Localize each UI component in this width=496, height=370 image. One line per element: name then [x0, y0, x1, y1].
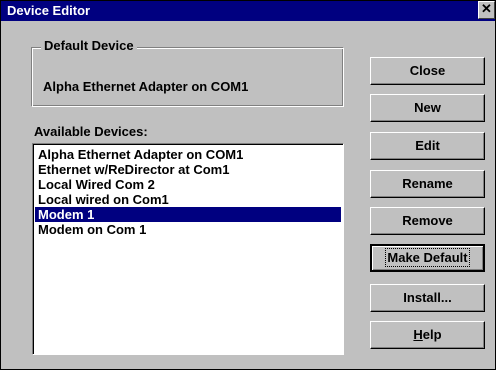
list-item[interactable]: Alpha Ethernet Adapter on COM1 — [35, 147, 341, 162]
install-button[interactable]: Install... — [370, 284, 485, 312]
list-item-selected[interactable]: Modem 1 — [35, 207, 341, 222]
new-button-label: New — [414, 100, 441, 115]
help-button-label: Help — [413, 327, 441, 342]
help-mnemonic: H — [413, 327, 423, 342]
rename-button-label: Rename — [402, 176, 453, 191]
make-default-button-label: Make Default — [385, 248, 470, 267]
list-item[interactable]: Local wired on Com1 — [35, 192, 341, 207]
window-title: Device Editor — [7, 3, 91, 18]
close-button-label: Close — [409, 63, 446, 78]
list-item[interactable]: Modem on Com 1 — [35, 222, 341, 237]
edit-button-label: Edit — [415, 138, 440, 153]
default-device-group — [31, 47, 344, 107]
available-devices-label: Available Devices: — [34, 124, 148, 139]
list-item[interactable]: Local Wired Com 2 — [35, 177, 341, 192]
remove-button-label: Remove — [402, 213, 453, 228]
help-label-rest: elp — [422, 327, 442, 342]
device-editor-window: Device Editor ✕ Default Device Alpha Eth… — [0, 0, 496, 370]
available-devices-listbox[interactable]: Alpha Ethernet Adapter on COM1 Ethernet … — [32, 143, 344, 355]
new-button[interactable]: New — [370, 94, 485, 122]
close-window-icon[interactable]: ✕ — [478, 1, 495, 19]
default-device-label: Default Device — [41, 38, 137, 54]
close-button[interactable]: Close — [370, 57, 485, 85]
title-bar[interactable]: Device Editor ✕ — [1, 1, 495, 21]
install-button-label: Install... — [403, 290, 452, 305]
remove-button[interactable]: Remove — [370, 207, 485, 235]
make-default-button[interactable]: Make Default — [370, 244, 485, 272]
edit-button[interactable]: Edit — [370, 132, 485, 160]
default-device-value: Alpha Ethernet Adapter on COM1 — [43, 79, 249, 94]
list-item[interactable]: Ethernet w/ReDirector at Com1 — [35, 162, 341, 177]
rename-button[interactable]: Rename — [370, 170, 485, 198]
help-button[interactable]: Help — [370, 321, 485, 349]
